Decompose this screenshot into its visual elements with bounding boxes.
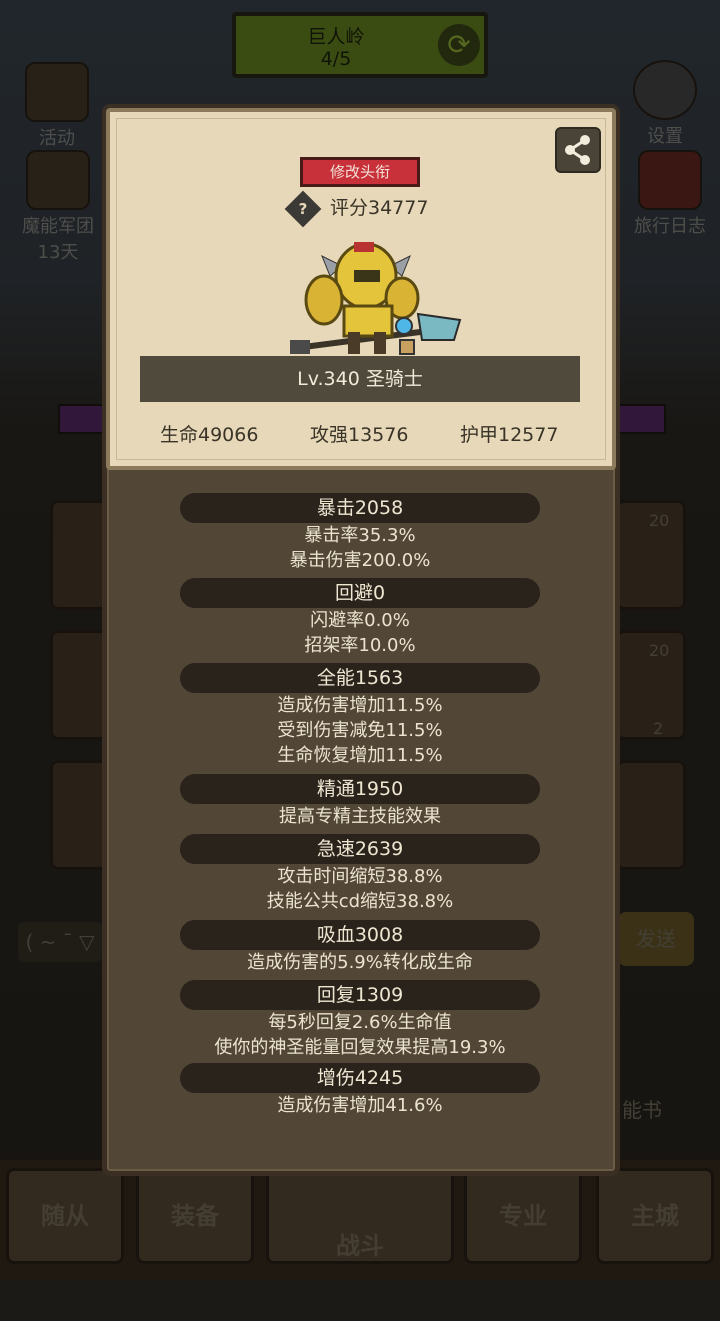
edit-title-button[interactable]: 修改头衔	[300, 157, 420, 187]
share-button[interactable]	[555, 127, 601, 173]
stat-line: 暴击率35.3%	[304, 525, 416, 546]
stat-header-mastery: 精通1950	[180, 774, 540, 804]
stat-line: 提高专精主技能效果	[279, 806, 441, 827]
stat-header-avoidance: 回避0	[180, 578, 540, 608]
stat-line: 造成伤害增加41.6%	[277, 1095, 443, 1116]
stat-line: 闪避率0.0%	[310, 610, 410, 631]
level-class-bar: Lv.340 圣骑士	[140, 356, 580, 402]
score-row: ? 评分34777	[284, 190, 429, 227]
armor-stat: 护甲12577	[460, 424, 559, 446]
stat-header-crit: 暴击2058	[180, 493, 540, 523]
stat-line: 使你的神圣能量回复效果提高19.3%	[214, 1037, 506, 1058]
stat-line: 造成伤害增加11.5%	[277, 695, 443, 716]
score-value: 评分34777	[330, 197, 429, 219]
stat-line: 技能公共cd缩短38.8%	[266, 891, 454, 912]
stat-line: 招架率10.0%	[304, 635, 416, 656]
stat-header-versatility: 全能1563	[180, 663, 540, 693]
stat-line: 造成伤害的5.9%转化成生命	[247, 952, 473, 973]
paladin-character-sprite	[290, 242, 462, 355]
hp-stat: 生命49066	[160, 424, 259, 446]
attack-stat: 攻强13576	[310, 424, 409, 446]
share-icon	[565, 135, 590, 165]
stat-header-leech: 吸血3008	[180, 920, 540, 950]
stat-line: 攻击时间缩短38.8%	[277, 866, 443, 887]
stat-line: 暴击伤害200.0%	[289, 550, 431, 571]
stat-header-damage-bonus: 增伤4245	[180, 1063, 540, 1093]
stat-header-regen: 回复1309	[180, 980, 540, 1010]
stat-line: 受到伤害减免11.5%	[277, 720, 443, 741]
stat-line: 每5秒回复2.6%生命值	[268, 1012, 452, 1033]
stat-header-haste: 急速2639	[180, 834, 540, 864]
stat-line: 生命恢复增加11.5%	[277, 745, 443, 766]
help-icon[interactable]: ?	[284, 190, 322, 227]
